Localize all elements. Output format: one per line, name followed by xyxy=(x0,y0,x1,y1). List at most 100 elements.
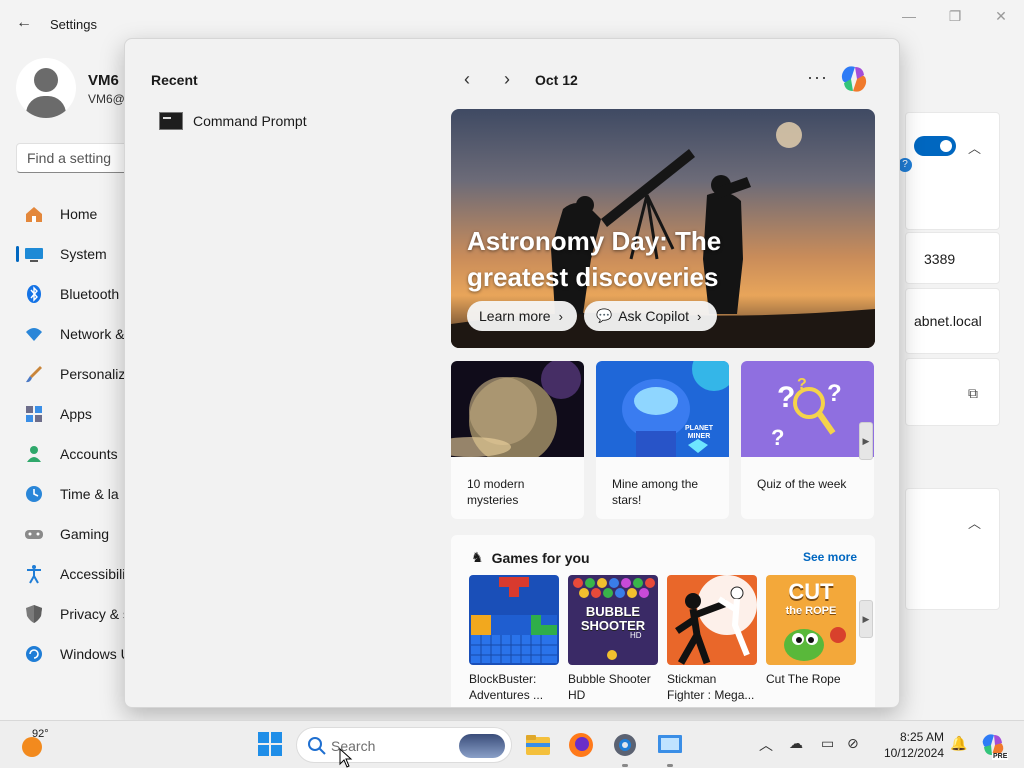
sidebar-item-gaming[interactable]: Gaming xyxy=(16,516,136,552)
settings-title: Settings xyxy=(50,17,97,32)
sidebar-item-accessibility[interactable]: Accessibili xyxy=(16,556,136,592)
remote-desktop-toggle[interactable] xyxy=(914,136,956,156)
taskbar-search[interactable] xyxy=(296,727,512,763)
notification-bell-icon[interactable]: 🔔 xyxy=(950,735,967,752)
start-menu: Recent Command Prompt ‹ › Oct 12 ··· Ast… xyxy=(124,38,900,708)
news-card-quiz[interactable]: ? ? ? ? Quiz of the week xyxy=(741,361,874,519)
taskbar-clock[interactable]: 8:25 AM 10/12/2024 xyxy=(874,729,944,761)
sidebar-item-home[interactable]: Home xyxy=(16,196,136,232)
more-options-icon[interactable]: ··· xyxy=(807,67,828,88)
sidebar-item-bluetooth[interactable]: Bluetooth xyxy=(16,276,136,312)
sidebar-item-label: Apps xyxy=(60,406,92,422)
ask-copilot-label: Ask Copilot xyxy=(618,308,689,324)
cut-the-rope-image: CUT the ROPE xyxy=(766,575,856,665)
bubble-shooter-logo-text: BUBBLE SHOOTER xyxy=(580,604,646,633)
recent-item-command-prompt[interactable]: Command Prompt xyxy=(159,109,307,133)
close-button[interactable]: ✕ xyxy=(989,8,1013,28)
games-next-button[interactable]: ▶ xyxy=(859,600,873,638)
back-arrow-icon[interactable]: ← xyxy=(14,14,34,34)
clock-icon xyxy=(24,484,44,504)
display-icon[interactable]: ▭ xyxy=(821,735,834,752)
sidebar-item-label: Windows U xyxy=(60,646,131,662)
network-disconnected-icon[interactable]: ⊘ xyxy=(847,735,859,752)
bubble-shooter-hd-badge: HD xyxy=(630,631,642,640)
games-section: ♞ Games for you See more BlockBuster: Ad… xyxy=(451,535,875,707)
game-tile-cut-the-rope[interactable]: CUT the ROPE Cut The Rope xyxy=(766,575,856,687)
learn-more-button[interactable]: Learn more › xyxy=(467,301,577,331)
copilot-logo-icon[interactable] xyxy=(839,65,869,93)
sidebar-item-privacy[interactable]: Privacy & s xyxy=(16,596,136,632)
link-card[interactable]: ⧉ xyxy=(905,358,1000,426)
search-icon xyxy=(308,737,326,755)
sidebar-item-accounts[interactable]: Accounts xyxy=(16,436,136,472)
cloud-offline-icon[interactable]: ☁ xyxy=(789,735,803,752)
game-tile-blockbuster[interactable]: BlockBuster: Adventures ... xyxy=(469,575,559,703)
running-indicator xyxy=(622,764,628,767)
accessibility-icon xyxy=(24,564,44,584)
previous-arrow-icon[interactable]: ‹ xyxy=(457,69,477,90)
planet-miner-logo-text: PLANET MINER xyxy=(685,425,713,440)
sidebar-item-label: Accounts xyxy=(60,446,118,462)
recent-title: Recent xyxy=(151,72,198,88)
file-explorer-icon[interactable] xyxy=(524,731,552,759)
remote-desktop-icon[interactable] xyxy=(656,731,684,759)
svg-text:?: ? xyxy=(771,425,784,450)
games-title: Games for you xyxy=(491,549,590,566)
next-arrow-icon[interactable]: › xyxy=(497,69,517,90)
avatar[interactable] xyxy=(16,58,76,118)
blockbuster-image xyxy=(469,575,559,665)
card-caption: 10 modern mysteries xyxy=(467,477,525,507)
user-email: VM6@ xyxy=(88,92,125,106)
sidebar-item-windows-update[interactable]: Windows U xyxy=(16,636,136,672)
mouse-cursor-icon xyxy=(339,748,353,768)
apps-icon xyxy=(24,404,44,424)
game-tile-bubble-shooter[interactable]: BUBBLE SHOOTER HD Bubble Shooter HD xyxy=(568,575,658,703)
brush-icon xyxy=(24,364,44,384)
quiz-image: ? ? ? ? xyxy=(741,361,874,457)
sidebar-item-personalization[interactable]: Personaliz xyxy=(16,356,136,392)
ask-copilot-button[interactable]: 💬 Ask Copilot › xyxy=(584,301,717,331)
sidebar-item-label: Personaliz xyxy=(60,366,126,382)
maximize-button[interactable]: ❐ xyxy=(943,8,967,28)
windows-start-icon[interactable] xyxy=(257,731,285,759)
news-card-planet-miner[interactable]: PLANET MINER Mine among the stars! xyxy=(596,361,729,519)
carousel-next-button[interactable]: ▶ xyxy=(859,422,873,460)
bubble-shooter-image: BUBBLE SHOOTER HD xyxy=(568,575,658,665)
game-name: Cut The Rope xyxy=(766,672,841,686)
system-icon xyxy=(24,244,44,264)
open-external-icon: ⧉ xyxy=(968,385,978,401)
sidebar-item-network[interactable]: Network & xyxy=(16,316,136,352)
chevron-up-icon[interactable]: ︿ xyxy=(968,513,981,532)
help-icon[interactable]: ? xyxy=(898,158,912,172)
minimize-button[interactable]: — xyxy=(897,8,921,28)
find-setting-input[interactable]: Find a setting xyxy=(16,143,140,173)
hero-title: Astronomy Day: The greatest discoveries xyxy=(467,226,722,292)
port-card: 3389 xyxy=(905,232,1000,284)
clock-date: 10/12/2024 xyxy=(883,746,944,760)
sidebar-item-time-language[interactable]: Time & la xyxy=(16,476,136,512)
news-card-mysteries[interactable]: 10 modern mysteries xyxy=(451,361,584,519)
chevron-right-icon: › xyxy=(558,308,563,324)
sidebar-item-apps[interactable]: Apps xyxy=(16,396,136,432)
learn-more-label: Learn more xyxy=(479,308,551,324)
recent-item-label: Command Prompt xyxy=(193,113,307,129)
domain-value: abnet.local xyxy=(914,313,982,329)
card-caption: Quiz of the week xyxy=(757,477,847,491)
gamepad-icon xyxy=(24,524,44,544)
chevron-up-icon[interactable]: ︿ xyxy=(759,735,773,755)
settings-gear-icon[interactable] xyxy=(611,731,639,759)
planet-image xyxy=(451,361,584,465)
user-name: VM6 xyxy=(88,72,119,89)
see-more-link[interactable]: See more xyxy=(803,550,857,564)
sidebar-item-label: Gaming xyxy=(60,526,110,542)
shield-icon xyxy=(24,604,44,624)
accounts-icon xyxy=(24,444,44,464)
search-highlight-image xyxy=(459,734,505,758)
chat-bubble-icon: 💬 xyxy=(596,308,613,323)
weather-temperature[interactable]: 92° xyxy=(32,728,49,740)
sidebar-item-system[interactable]: System xyxy=(16,236,136,272)
bluetooth-icon xyxy=(24,284,44,304)
firefox-icon[interactable] xyxy=(567,731,595,759)
chevron-up-icon[interactable]: ︿ xyxy=(968,138,981,157)
game-tile-stickman-fighter[interactable]: Stickman Fighter : Mega... xyxy=(667,575,757,703)
